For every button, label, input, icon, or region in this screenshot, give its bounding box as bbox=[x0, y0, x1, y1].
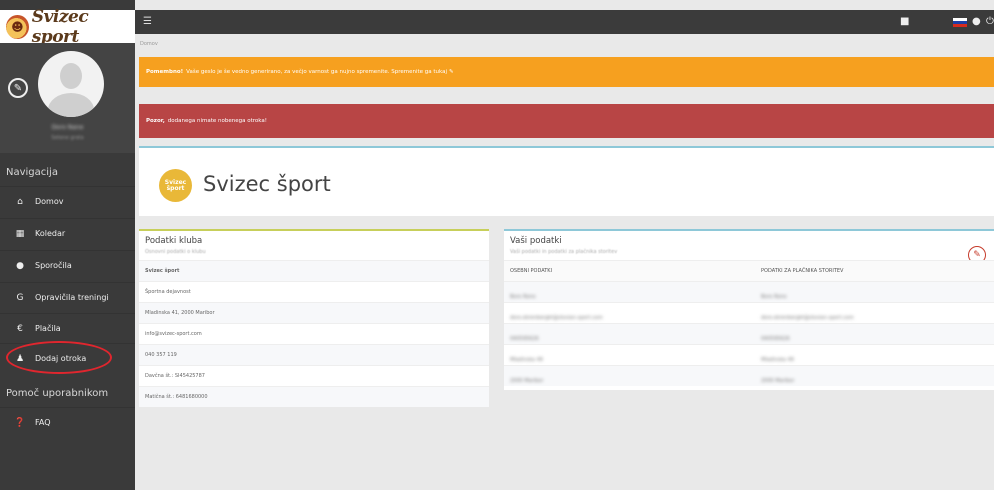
sidebar: ☻ Svizec sport ✎ Doro Nane Setene grata … bbox=[0, 0, 135, 490]
sidebar-item-faq[interactable]: ❓ FAQ bbox=[0, 407, 135, 437]
alert-text[interactable]: Vaše geslo je še vedno generirano, za ve… bbox=[186, 69, 447, 75]
camera-icon[interactable]: ■ bbox=[900, 16, 909, 27]
user-data-table: OSEBNI PODATKI PODATKI ZA PLAČNIKA STORI… bbox=[504, 260, 994, 386]
breadcrumb[interactable]: Domov bbox=[140, 41, 158, 47]
sidebar-item-placila[interactable]: € Plačila bbox=[0, 313, 135, 343]
column-header-personal: OSEBNI PODATKI bbox=[510, 268, 553, 274]
sidebar-item-label: Opravičila treningi bbox=[35, 293, 109, 302]
app-brand-name: Svizec sport bbox=[31, 6, 89, 47]
column-header-payer: PODATKI ZA PLAČNIKA STORITEV bbox=[761, 268, 844, 274]
sidebar-item-koledar[interactable]: ▦ Koledar bbox=[0, 218, 135, 248]
table-row: Mladinska 49 Mladinska 49 bbox=[504, 344, 994, 365]
sidebar-item-label: Plačila bbox=[35, 324, 61, 333]
alert-strong: Pozor, bbox=[146, 118, 165, 124]
edit-pencil-icon[interactable]: ✎ bbox=[8, 78, 28, 98]
list-item: Svizec šport bbox=[139, 260, 489, 281]
table-row: 040595626 040595626 bbox=[504, 323, 994, 344]
nav-heading: Navigacija bbox=[6, 167, 58, 178]
document-icon: G bbox=[16, 292, 24, 303]
list-item: Matična št.: 6481680000 bbox=[139, 386, 489, 407]
table-cell: Boro Rono bbox=[761, 293, 787, 300]
user-profile: ✎ Doro Nane Setene grata bbox=[0, 43, 135, 153]
question-icon: ❓ bbox=[14, 417, 26, 428]
chat-icon[interactable]: ● bbox=[972, 16, 981, 27]
alert-strong: Pomembno! bbox=[146, 69, 184, 75]
list-item: Mladinska 41, 2000 Maribor bbox=[139, 302, 489, 323]
panel-subtitle: Osnovni podatki o klubu bbox=[145, 249, 206, 255]
sidebar-item-sporocila[interactable]: ● Sporočila bbox=[0, 250, 135, 280]
profile-name: Doro Nane bbox=[51, 124, 84, 131]
list-item[interactable]: info@svizec-sport.com bbox=[139, 323, 489, 344]
menu-toggle-icon[interactable]: ☰ bbox=[143, 16, 152, 27]
password-warning-alert: Pomembno! Vaše geslo je še vedno generir… bbox=[139, 57, 994, 87]
table-cell: doro.ekrenbergkt@slovian-sport.com bbox=[761, 314, 854, 321]
panel-title: Vaši podatki bbox=[510, 236, 562, 246]
club-info-panel: Podatki kluba Osnovni podatki o klubu Sv… bbox=[139, 229, 489, 407]
table-cell: Mladinska 49 bbox=[510, 356, 543, 363]
club-title: Svizec šport bbox=[203, 172, 331, 196]
table-cell: 2000 Maribor bbox=[510, 377, 544, 384]
euro-icon: € bbox=[17, 323, 23, 334]
chat-icon: ● bbox=[16, 260, 24, 271]
pencil-icon: ✎ bbox=[449, 69, 454, 75]
table-cell: 040595626 bbox=[510, 335, 539, 342]
list-item: Športna dejavnost bbox=[139, 281, 489, 302]
sidebar-item-label: Sporočila bbox=[35, 261, 72, 270]
club-logo: Svizec šport bbox=[159, 169, 192, 202]
alert-text: dodanega nimate nobenega otroka! bbox=[167, 118, 267, 124]
help-heading: Pomoč uporabnikom bbox=[6, 388, 109, 399]
home-icon: ⌂ bbox=[17, 196, 23, 207]
table-cell: Mladinska 49 bbox=[761, 356, 794, 363]
club-title-panel: Svizec šport Svizec šport bbox=[139, 146, 994, 216]
top-bar: ☰ ■ ● ⏻ bbox=[135, 10, 994, 34]
calendar-icon: ▦ bbox=[15, 228, 25, 239]
table-cell: Boro Rono bbox=[510, 293, 536, 300]
table-cell: doro.ekrenbergkt@slovian-sport.com bbox=[510, 314, 603, 321]
panel-subtitle: Vaši podatki in podatki za plačnika stor… bbox=[510, 249, 618, 255]
sidebar-item-label: Domov bbox=[35, 197, 64, 206]
table-row: Boro Rono Boro Rono bbox=[504, 281, 994, 302]
table-row: doro.ekrenbergkt@slovian-sport.com doro.… bbox=[504, 302, 994, 323]
list-item: 040 357 119 bbox=[139, 344, 489, 365]
sidebar-item-domov[interactable]: ⌂ Domov bbox=[0, 186, 135, 216]
list-item: Davčna št.: SI45425787 bbox=[139, 365, 489, 386]
avatar[interactable] bbox=[38, 51, 104, 117]
highlight-circle bbox=[6, 341, 112, 374]
language-flag-icon[interactable] bbox=[953, 18, 967, 27]
table-row: 2000 Maribor 2000 Maribor bbox=[504, 365, 994, 386]
sidebar-item-opravicila[interactable]: G Opravičila treningi bbox=[0, 282, 135, 312]
no-child-alert: Pozor, dodanega nimate nobenega otroka! bbox=[139, 104, 994, 138]
table-cell: 040595626 bbox=[761, 335, 790, 342]
app-logo[interactable]: ☻ Svizec sport bbox=[0, 7, 135, 47]
marmot-logo-icon: ☻ bbox=[6, 14, 29, 39]
sidebar-item-label: FAQ bbox=[35, 418, 51, 427]
profile-subtitle: Setene grata bbox=[51, 135, 84, 141]
power-icon[interactable]: ⏻ bbox=[986, 16, 994, 27]
panel-title: Podatki kluba bbox=[145, 236, 203, 246]
user-info-panel: Vaši podatki Vaši podatki in podatki za … bbox=[504, 229, 994, 390]
table-cell: 2000 Maribor bbox=[761, 377, 795, 384]
table-header: OSEBNI PODATKI PODATKI ZA PLAČNIKA STORI… bbox=[504, 260, 994, 281]
sidebar-item-label: Koledar bbox=[35, 229, 66, 238]
